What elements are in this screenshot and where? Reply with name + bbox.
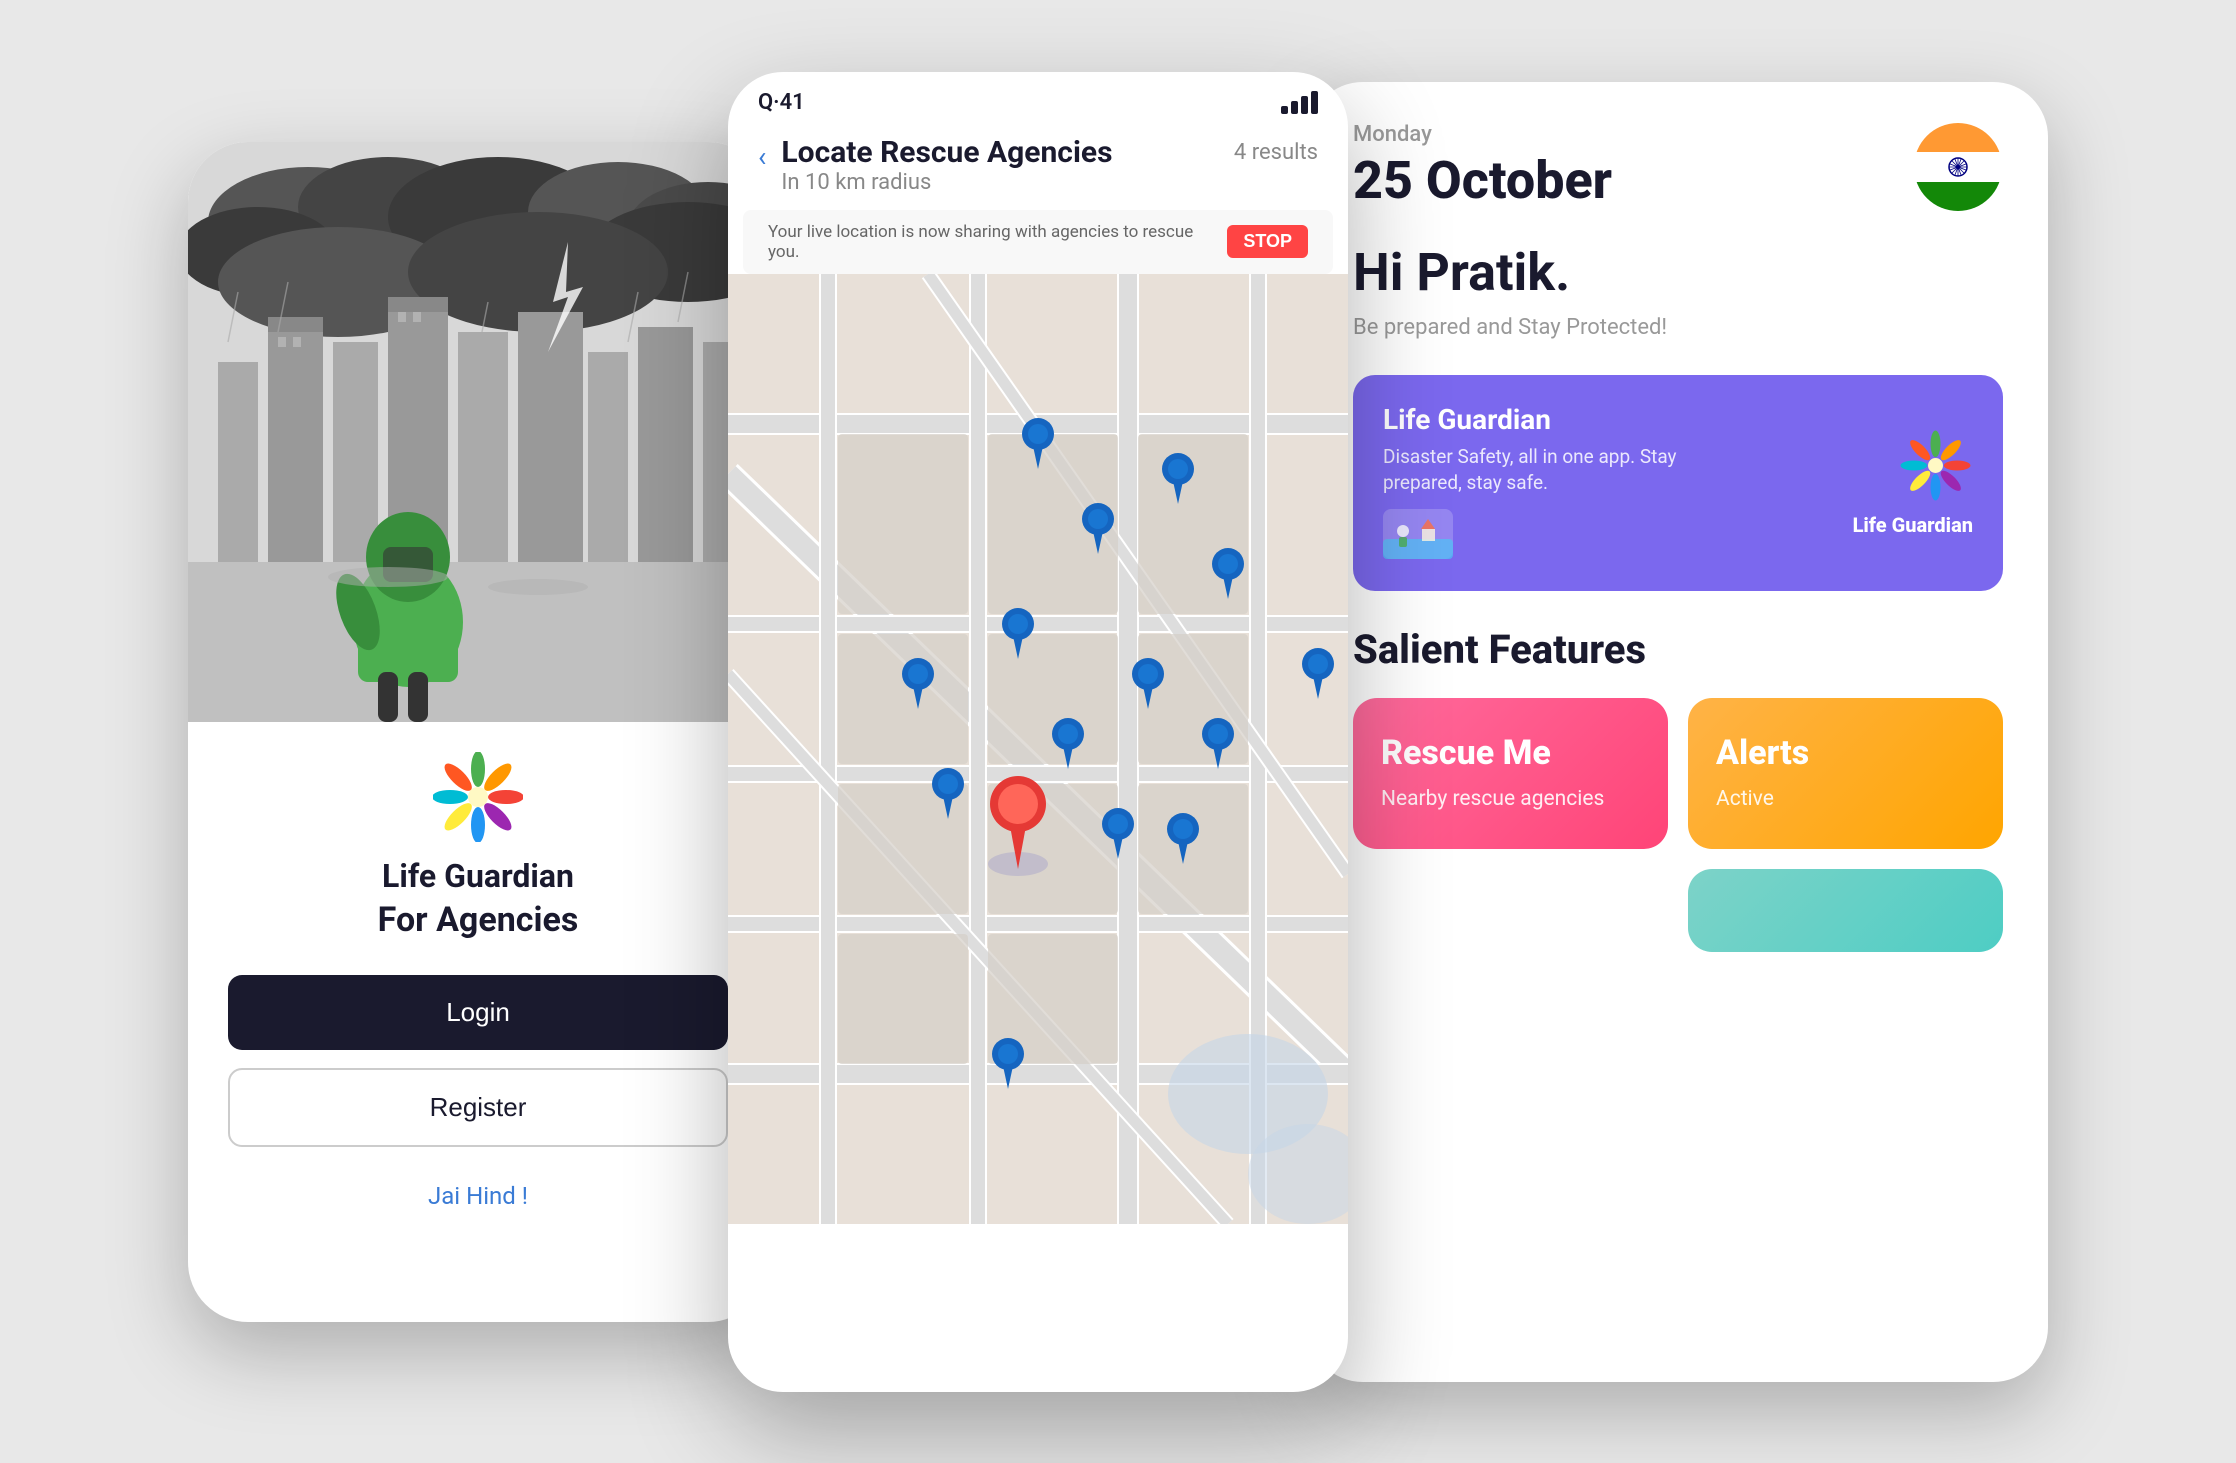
banner-description: Disaster Safety, all in one app. Stay pr… bbox=[1383, 444, 1703, 497]
greeting-text: Hi Pratik. bbox=[1353, 242, 2003, 303]
banner-illustration bbox=[1383, 509, 1703, 563]
phone1-agencies-login: Life Guardian For Agencies Login Registe… bbox=[188, 142, 768, 1322]
results-count: 4 results bbox=[1234, 140, 1318, 165]
time-display: Q·41 bbox=[758, 90, 805, 115]
date-day: Monday bbox=[1353, 122, 1612, 147]
register-button[interactable]: Register bbox=[228, 1068, 728, 1147]
phone2-map: Q·41 ‹ Locate Rescue Agencies In 10 km r… bbox=[728, 72, 1348, 1392]
banner-logo-icon bbox=[1898, 428, 1973, 503]
map-view[interactable] bbox=[728, 274, 1348, 1224]
date-full: 25 October bbox=[1353, 152, 1612, 209]
signal-bar-4 bbox=[1311, 91, 1318, 114]
rescue-me-subtitle: Nearby rescue agencies bbox=[1381, 785, 1640, 814]
header-title: Locate Rescue Agencies bbox=[781, 135, 1112, 170]
home-content: Monday 25 October bbox=[1308, 82, 2048, 1382]
footer-text: Jai Hind ! bbox=[228, 1182, 728, 1210]
stop-button[interactable]: STOP bbox=[1227, 225, 1308, 258]
header-text-block: Locate Rescue Agencies In 10 km radius bbox=[781, 135, 1112, 195]
salient-features-title: Salient Features bbox=[1353, 626, 2003, 673]
alerts-title: Alerts bbox=[1716, 733, 1975, 773]
date-header: Monday 25 October bbox=[1353, 122, 2003, 212]
alerts-card[interactable]: Alerts Active bbox=[1688, 698, 2003, 849]
map-header: ‹ Locate Rescue Agencies In 10 km radius… bbox=[728, 125, 1348, 210]
signal-indicator bbox=[1281, 91, 1318, 114]
app-logo bbox=[433, 752, 523, 842]
third-feature-card[interactable] bbox=[1688, 869, 2003, 952]
phones-container: Life Guardian For Agencies Login Registe… bbox=[18, 22, 2218, 1442]
app-subtitle-label: For Agencies bbox=[228, 900, 728, 940]
signal-bar-2 bbox=[1291, 101, 1298, 114]
banner-right-block: Life Guardian bbox=[1853, 428, 1973, 537]
signal-bar-3 bbox=[1301, 96, 1308, 114]
login-button[interactable]: Login bbox=[228, 975, 728, 1050]
rescue-me-title: Rescue Me bbox=[1381, 733, 1640, 773]
phone1-login-content: Life Guardian For Agencies Login Registe… bbox=[188, 722, 768, 1240]
alerts-subtitle: Active bbox=[1716, 785, 1975, 814]
back-button[interactable]: ‹ bbox=[758, 140, 766, 173]
phone3-home: Monday 25 October bbox=[1308, 82, 2048, 1382]
storm-illustration bbox=[188, 142, 768, 722]
illustration-area bbox=[188, 142, 768, 722]
india-flag bbox=[1913, 122, 2003, 212]
banner-text: Your live location is now sharing with a… bbox=[768, 222, 1227, 262]
date-block: Monday 25 October bbox=[1353, 122, 1612, 209]
status-bar: Q·41 bbox=[728, 72, 1348, 125]
banner-text-block: Life Guardian Disaster Safety, all in on… bbox=[1383, 403, 1703, 563]
banner-title: Life Guardian bbox=[1383, 403, 1703, 436]
third-card-content bbox=[1716, 894, 1975, 927]
map-svg bbox=[728, 274, 1348, 1224]
rescue-me-card[interactable]: Rescue Me Nearby rescue agencies bbox=[1353, 698, 1668, 849]
app-name-label: Life Guardian bbox=[228, 857, 728, 895]
features-grid: Rescue Me Nearby rescue agencies Alerts … bbox=[1353, 698, 2003, 952]
tagline-text: Be prepared and Stay Protected! bbox=[1353, 315, 2003, 340]
header-subtitle: In 10 km radius bbox=[781, 170, 1112, 195]
signal-bar-1 bbox=[1281, 106, 1288, 114]
life-guardian-banner[interactable]: Life Guardian Disaster Safety, all in on… bbox=[1353, 375, 2003, 591]
location-banner: Your live location is now sharing with a… bbox=[743, 210, 1333, 274]
banner-logo-text: Life Guardian bbox=[1853, 513, 1973, 537]
